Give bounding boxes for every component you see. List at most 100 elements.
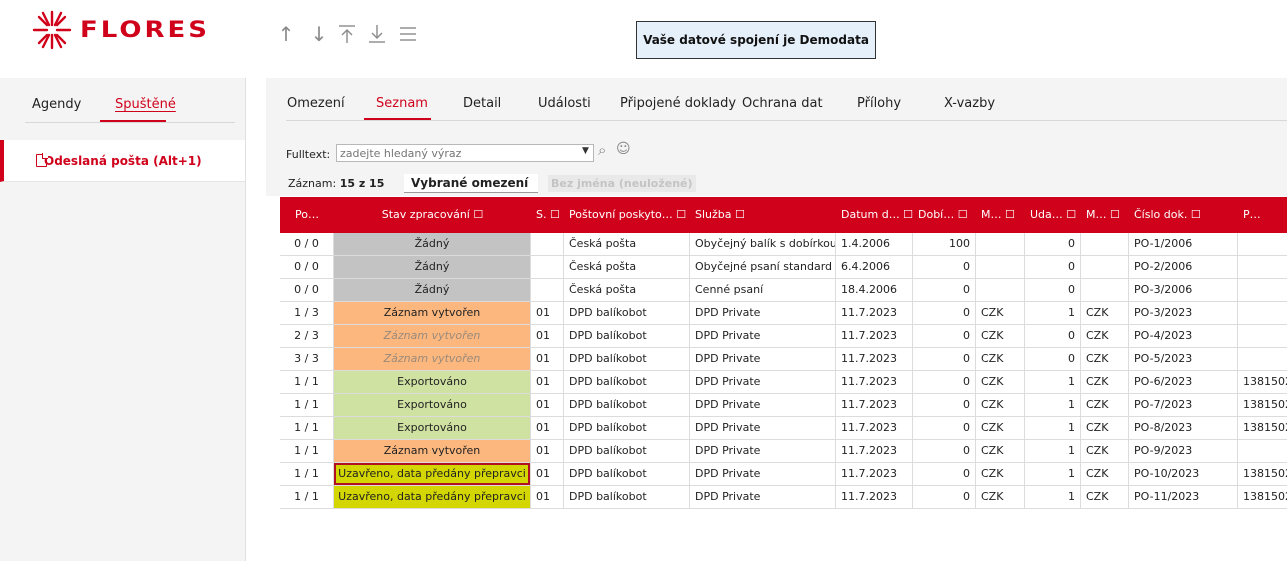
- table-cell: 11.7.2023: [836, 348, 913, 371]
- column-header-mena1[interactable]: M… ☐: [976, 197, 1025, 233]
- table-cell: DPD balíkobot: [564, 325, 690, 348]
- table-cell: 1: [1025, 394, 1081, 417]
- column-header-udana[interactable]: Uda… ☐: [1025, 197, 1081, 233]
- table-cell: CZK: [1081, 417, 1129, 440]
- tab-omezeni[interactable]: Omezení: [287, 96, 345, 111]
- status-cell: Záznam vytvořen: [334, 302, 531, 325]
- column-header-stav[interactable]: Stav zpracování ☐: [334, 197, 531, 233]
- table-cell: CZK: [1081, 302, 1129, 325]
- table-row[interactable]: 1 / 1 Exportováno 01 DPD balíkobot DPD Priva…: [280, 371, 1287, 394]
- active-tab-indicator: [364, 118, 431, 120]
- table-cell: 100: [913, 233, 976, 256]
- table-cell: CZK: [976, 486, 1025, 509]
- table-cell: 11.7.2023: [836, 325, 913, 348]
- column-header-mena2[interactable]: M… ☐: [1081, 197, 1129, 233]
- table-row[interactable]: 2 / 3 Záznam vytvořen 01 DPD balíkobot DPD P…: [280, 325, 1287, 348]
- table-cell: 3 / 3: [280, 348, 334, 371]
- table-cell: DPD balíkobot: [564, 371, 690, 394]
- table-cell: PO-9/2023: [1129, 440, 1238, 463]
- table-cell: [1081, 233, 1129, 256]
- person-search-icon[interactable]: ☺: [616, 141, 631, 157]
- table-cell: 0: [913, 279, 976, 302]
- tab-detail[interactable]: Detail: [463, 96, 501, 111]
- table-row[interactable]: 1 / 1 Uzavřeno, data předány přepravci 01 D…: [280, 486, 1287, 509]
- tab-pripojene-doklady[interactable]: Připojené doklady: [620, 96, 736, 111]
- table-cell: 0: [913, 486, 976, 509]
- status-cell: Záznam vytvořen: [334, 440, 531, 463]
- table-cell: 1381502: [1238, 371, 1287, 394]
- table-cell: PO-8/2023: [1129, 417, 1238, 440]
- records-value: 15 z 15: [339, 177, 385, 190]
- table-row[interactable]: 0 / 0 Žádný Česká pošta Obyčejné psaní stan…: [280, 256, 1287, 279]
- table-row[interactable]: 1 / 3 Záznam vytvořen 01 DPD balíkobot DPD P…: [280, 302, 1287, 325]
- table-cell: [531, 279, 564, 302]
- panel-splitter[interactable]: [245, 78, 265, 561]
- column-header-dobirka[interactable]: Dobí… ☐: [913, 197, 976, 233]
- table-cell: 0: [1025, 325, 1081, 348]
- column-header-p[interactable]: P…: [1238, 197, 1287, 233]
- chevron-down-icon[interactable]: ▼: [582, 146, 589, 156]
- fulltext-input[interactable]: [336, 144, 594, 162]
- column-header-s[interactable]: S. ☐: [531, 197, 564, 233]
- table-cell: 01: [531, 417, 564, 440]
- tab-udalosti[interactable]: Události: [538, 96, 591, 111]
- column-header-poskytovatel[interactable]: Poštovní poskyto… ☐: [564, 197, 690, 233]
- column-header-datum[interactable]: Datum d… ☐: [836, 197, 913, 233]
- arrow-to-bottom-icon[interactable]: [365, 22, 389, 46]
- table-cell: 0: [913, 256, 976, 279]
- arrow-up-icon[interactable]: ↑: [274, 22, 298, 46]
- main-area: Omezení Seznam Detail Události Připojené…: [266, 78, 1287, 561]
- table-row[interactable]: 1 / 1 Exportováno 01 DPD balíkobot DPD Priva…: [280, 394, 1287, 417]
- table-cell: CZK: [976, 463, 1025, 486]
- tab-x-vazby[interactable]: X-vazby: [944, 96, 995, 111]
- left-panel: Agendy Spuštěné Odeslaná pošta (Alt+1): [0, 78, 245, 561]
- brand-name: FLORES: [80, 17, 211, 43]
- status-cell: Žádný: [334, 279, 531, 302]
- table-cell: 01: [531, 486, 564, 509]
- table-row[interactable]: 1 / 1 Exportováno 01 DPD balíkobot DPD Priva…: [280, 417, 1287, 440]
- menu-icon[interactable]: [396, 22, 420, 46]
- document-icon: [36, 153, 48, 167]
- table-cell: Cenné psaní: [690, 279, 836, 302]
- table-cell: 01: [531, 348, 564, 371]
- table-row[interactable]: 1 / 1 Uzavřeno, data předány přepravci 01 D…: [280, 463, 1287, 486]
- tab-agendy[interactable]: Agendy: [32, 97, 81, 112]
- tab-ochrana-dat[interactable]: Ochrana dat: [742, 96, 823, 111]
- table-cell: Česká pošta: [564, 233, 690, 256]
- table-cell: Česká pošta: [564, 279, 690, 302]
- table-cell: 01: [531, 371, 564, 394]
- table-cell: 0: [913, 302, 976, 325]
- table-cell: PO-2/2006: [1129, 256, 1238, 279]
- agenda-item-odeslana-posta[interactable]: Odeslaná pošta (Alt+1): [0, 140, 245, 182]
- table-cell: 01: [531, 394, 564, 417]
- search-icon[interactable]: ⌕: [598, 141, 606, 159]
- table-cell: PO-3/2023: [1129, 302, 1238, 325]
- table-row[interactable]: 3 / 3 Záznam vytvořen 01 DPD balíkobot DPD P…: [280, 348, 1287, 371]
- table-cell: [976, 279, 1025, 302]
- table-cell: 11.7.2023: [836, 440, 913, 463]
- table-row[interactable]: 1 / 1 Záznam vytvořen 01 DPD balíkobot DPD P…: [280, 440, 1287, 463]
- table-cell: 11.7.2023: [836, 463, 913, 486]
- table-row[interactable]: 0 / 0 Žádný Česká pošta Obyčejný balík s do…: [280, 233, 1287, 256]
- status-cell: Žádný: [334, 256, 531, 279]
- tab-prilohy[interactable]: Přílohy: [857, 96, 901, 111]
- table-row[interactable]: 0 / 0 Žádný Česká pošta Cenné psaní 18.4.200…: [280, 279, 1287, 302]
- preset-select[interactable]: Vybrané omezení ▼: [404, 174, 538, 208]
- table-cell: PO-7/2023: [1129, 394, 1238, 417]
- table-cell: PO-11/2023: [1129, 486, 1238, 509]
- column-header-poradi[interactable]: Po…: [280, 197, 334, 233]
- table-cell: DPD balíkobot: [564, 440, 690, 463]
- preset-value: Vybrané omezení: [411, 176, 529, 190]
- column-header-cislo-dokladu[interactable]: Číslo dok. ☐: [1129, 197, 1238, 233]
- agenda-item-label: Odeslaná pošta (Alt+1): [44, 153, 202, 168]
- tab-spustene[interactable]: Spuštěné: [115, 97, 176, 112]
- column-header-sluzba[interactable]: Služba ☐: [690, 197, 836, 233]
- table-cell: [531, 233, 564, 256]
- table-cell: 1381502: [1238, 394, 1287, 417]
- arrow-to-top-icon[interactable]: [335, 22, 359, 46]
- arrow-down-icon[interactable]: ↓: [307, 22, 331, 46]
- tab-seznam[interactable]: Seznam: [376, 96, 428, 111]
- table-cell: 0: [913, 325, 976, 348]
- table-cell: Česká pošta: [564, 256, 690, 279]
- table-cell: [1081, 256, 1129, 279]
